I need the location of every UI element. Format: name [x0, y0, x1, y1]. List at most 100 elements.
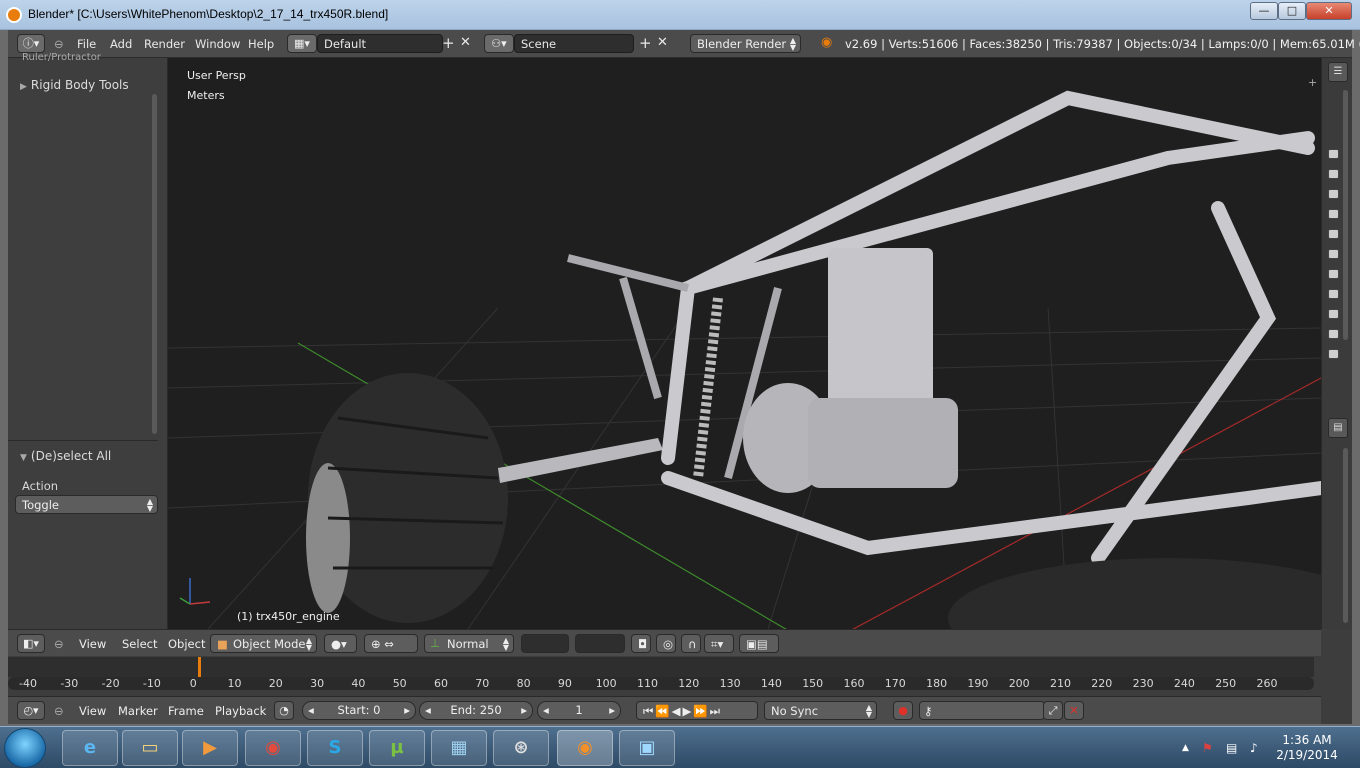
remove-scene-button[interactable]: ✕: [657, 35, 668, 50]
chrome-icon[interactable]: ◉: [245, 730, 301, 766]
delete-keyframe-icon[interactable]: ✕: [1064, 701, 1084, 720]
scene-layers-grid[interactable]: [521, 634, 569, 653]
ie-icon[interactable]: e: [62, 730, 118, 766]
collapse-menus-icon[interactable]: ⊖: [54, 37, 64, 51]
frame-tick-label: 250: [1215, 677, 1237, 690]
menu-frame[interactable]: Frame: [168, 704, 204, 718]
menu-marker[interactable]: Marker: [118, 704, 158, 718]
scene-layers-grid-2[interactable]: [575, 634, 625, 653]
menu-view[interactable]: View: [79, 704, 106, 718]
3d-viewport[interactable]: User Persp Meters (1) trx450r_engine +: [168, 58, 1321, 629]
menu-help[interactable]: Help: [248, 37, 274, 51]
menu-object[interactable]: Object: [168, 637, 205, 651]
increment-arrow-icon[interactable]: ▸: [404, 702, 410, 719]
tray-overflow-icon[interactable]: ▲: [1182, 743, 1189, 753]
render-layer-icon[interactable]: [1328, 269, 1339, 279]
render-layer-icon[interactable]: [1328, 209, 1339, 219]
properties-scrollbar[interactable]: [1343, 448, 1348, 623]
render-opengl-icon[interactable]: ▣▤: [739, 634, 779, 653]
timeline-scrollbar[interactable]: [8, 677, 1314, 690]
proportional-edit-icon[interactable]: ◎: [656, 634, 676, 653]
current-frame-field[interactable]: ◂ 1 ▸: [537, 701, 621, 720]
transform-orientation-dropdown[interactable]: ⊥ Normal ▲ ▼: [424, 634, 514, 653]
close-button[interactable]: ✕: [1306, 2, 1352, 20]
playback-controls[interactable]: ⏮⏪◀▶⏩⏭: [636, 701, 758, 720]
current-frame-cursor[interactable]: [198, 657, 201, 677]
outliner-editor-icon[interactable]: ☰: [1328, 62, 1348, 82]
menu-add[interactable]: Add: [110, 37, 132, 51]
end-frame-field[interactable]: ◂ End: 250 ▸: [419, 701, 533, 720]
add-scene-button[interactable]: +: [639, 34, 652, 52]
render-layer-icon[interactable]: [1328, 229, 1339, 239]
sync-dropdown[interactable]: No Sync ▲ ▼: [764, 701, 877, 720]
increment-arrow-icon[interactable]: ▸: [521, 702, 527, 719]
properties-editor-icon[interactable]: ▤: [1328, 418, 1348, 438]
maximize-button[interactable]: □: [1278, 2, 1306, 20]
action-dropdown[interactable]: Toggle ▲ ▼: [15, 495, 158, 514]
operator-panel[interactable]: ▼ (De)select All: [8, 445, 158, 467]
media-player-icon[interactable]: ▶: [182, 730, 238, 766]
screen-layout-icon[interactable]: ▦▾: [287, 34, 317, 53]
record-keyframes-icon[interactable]: ●: [893, 701, 913, 720]
control-panel-icon[interactable]: ▦: [431, 730, 487, 766]
render-layer-icon[interactable]: [1328, 189, 1339, 199]
editor-type-icon[interactable]: ◴▾: [17, 701, 45, 720]
snap-icon[interactable]: ∩: [681, 634, 701, 653]
menu-file[interactable]: File: [77, 37, 96, 51]
decrement-arrow-icon[interactable]: ◂: [425, 702, 431, 719]
steam-icon[interactable]: ⊛: [493, 730, 549, 766]
collapse-menus-icon[interactable]: ⊖: [54, 637, 64, 651]
pivot-manipulator-buttons[interactable]: ⊕ ⇔: [364, 634, 418, 653]
render-layer-icon[interactable]: [1328, 329, 1339, 339]
layer-lock-icon[interactable]: ◘: [631, 634, 651, 653]
outliner-scrollbar[interactable]: [1343, 90, 1348, 340]
blender-icon[interactable]: ◉: [557, 730, 613, 766]
add-layout-button[interactable]: +: [442, 34, 455, 52]
menu-view[interactable]: View: [79, 637, 106, 651]
render-layer-icon[interactable]: [1328, 349, 1339, 359]
render-layer-icon[interactable]: [1328, 249, 1339, 259]
screen-layout-field[interactable]: Default: [317, 34, 443, 53]
render-layer-icon[interactable]: [1328, 169, 1339, 179]
menu-render[interactable]: Render: [144, 37, 185, 51]
viewport-shading-dropdown[interactable]: ●▾: [324, 634, 357, 653]
start-frame-field[interactable]: ◂ Start: 0 ▸: [302, 701, 416, 720]
keying-set-icon[interactable]: ◔: [274, 701, 294, 720]
tool-shelf-scrollbar[interactable]: [152, 94, 157, 434]
start-button[interactable]: [4, 728, 46, 768]
increment-arrow-icon[interactable]: ▸: [609, 702, 615, 719]
decrement-arrow-icon[interactable]: ◂: [308, 702, 314, 719]
editor-type-icon[interactable]: ◧▾: [17, 634, 45, 653]
render-engine-dropdown[interactable]: Blender Render ▲ ▼: [690, 34, 801, 53]
scene-field[interactable]: Scene: [514, 34, 634, 53]
menu-select[interactable]: Select: [122, 637, 157, 651]
explorer-icon[interactable]: ▭: [122, 730, 178, 766]
photo-viewer-icon[interactable]: ▣: [619, 730, 675, 766]
info-editor-type-icon[interactable]: ⓘ▾: [17, 34, 45, 53]
render-layer-icon[interactable]: [1328, 149, 1339, 159]
timeline-area[interactable]: [8, 657, 1314, 677]
collapse-menus-icon[interactable]: ⊖: [54, 704, 64, 718]
scene-icon[interactable]: ⚇▾: [484, 34, 514, 53]
action-center-icon[interactable]: ⚑: [1202, 741, 1213, 755]
menu-playback[interactable]: Playback: [215, 704, 266, 718]
mode-dropdown[interactable]: ■ Object Mode ▲ ▼: [210, 634, 317, 653]
active-keying-set-field[interactable]: ⚷: [919, 701, 1045, 720]
timeline-editor[interactable]: -40 -30 -20 -10 0 10 20 30 40 50 60 70 80 90 100 110 120…: [8, 656, 1321, 696]
render-layer-icon[interactable]: [1328, 309, 1339, 319]
rigid-body-tools-panel[interactable]: ▶ Rigid Body Tools: [8, 74, 158, 96]
menu-window[interactable]: Window: [195, 37, 240, 51]
system-clock[interactable]: 1:36 AM 2/19/2014: [1272, 733, 1342, 763]
insert-keyframe-icon[interactable]: ⤢: [1043, 701, 1063, 720]
frame-tick-label: 10: [227, 677, 242, 690]
render-layer-icon[interactable]: [1328, 289, 1339, 299]
remove-layout-button[interactable]: ✕: [460, 35, 471, 50]
network-icon[interactable]: ▤: [1226, 741, 1237, 755]
minimize-button[interactable]: —: [1250, 2, 1278, 20]
utorrent-icon[interactable]: µ: [369, 730, 425, 766]
decrement-arrow-icon[interactable]: ◂: [543, 702, 549, 719]
snap-element-icon[interactable]: ⌗▾: [704, 634, 734, 653]
properties-toggle-icon[interactable]: +: [1308, 76, 1317, 89]
skype-icon[interactable]: S: [307, 730, 363, 766]
volume-icon[interactable]: ♪: [1250, 741, 1258, 755]
